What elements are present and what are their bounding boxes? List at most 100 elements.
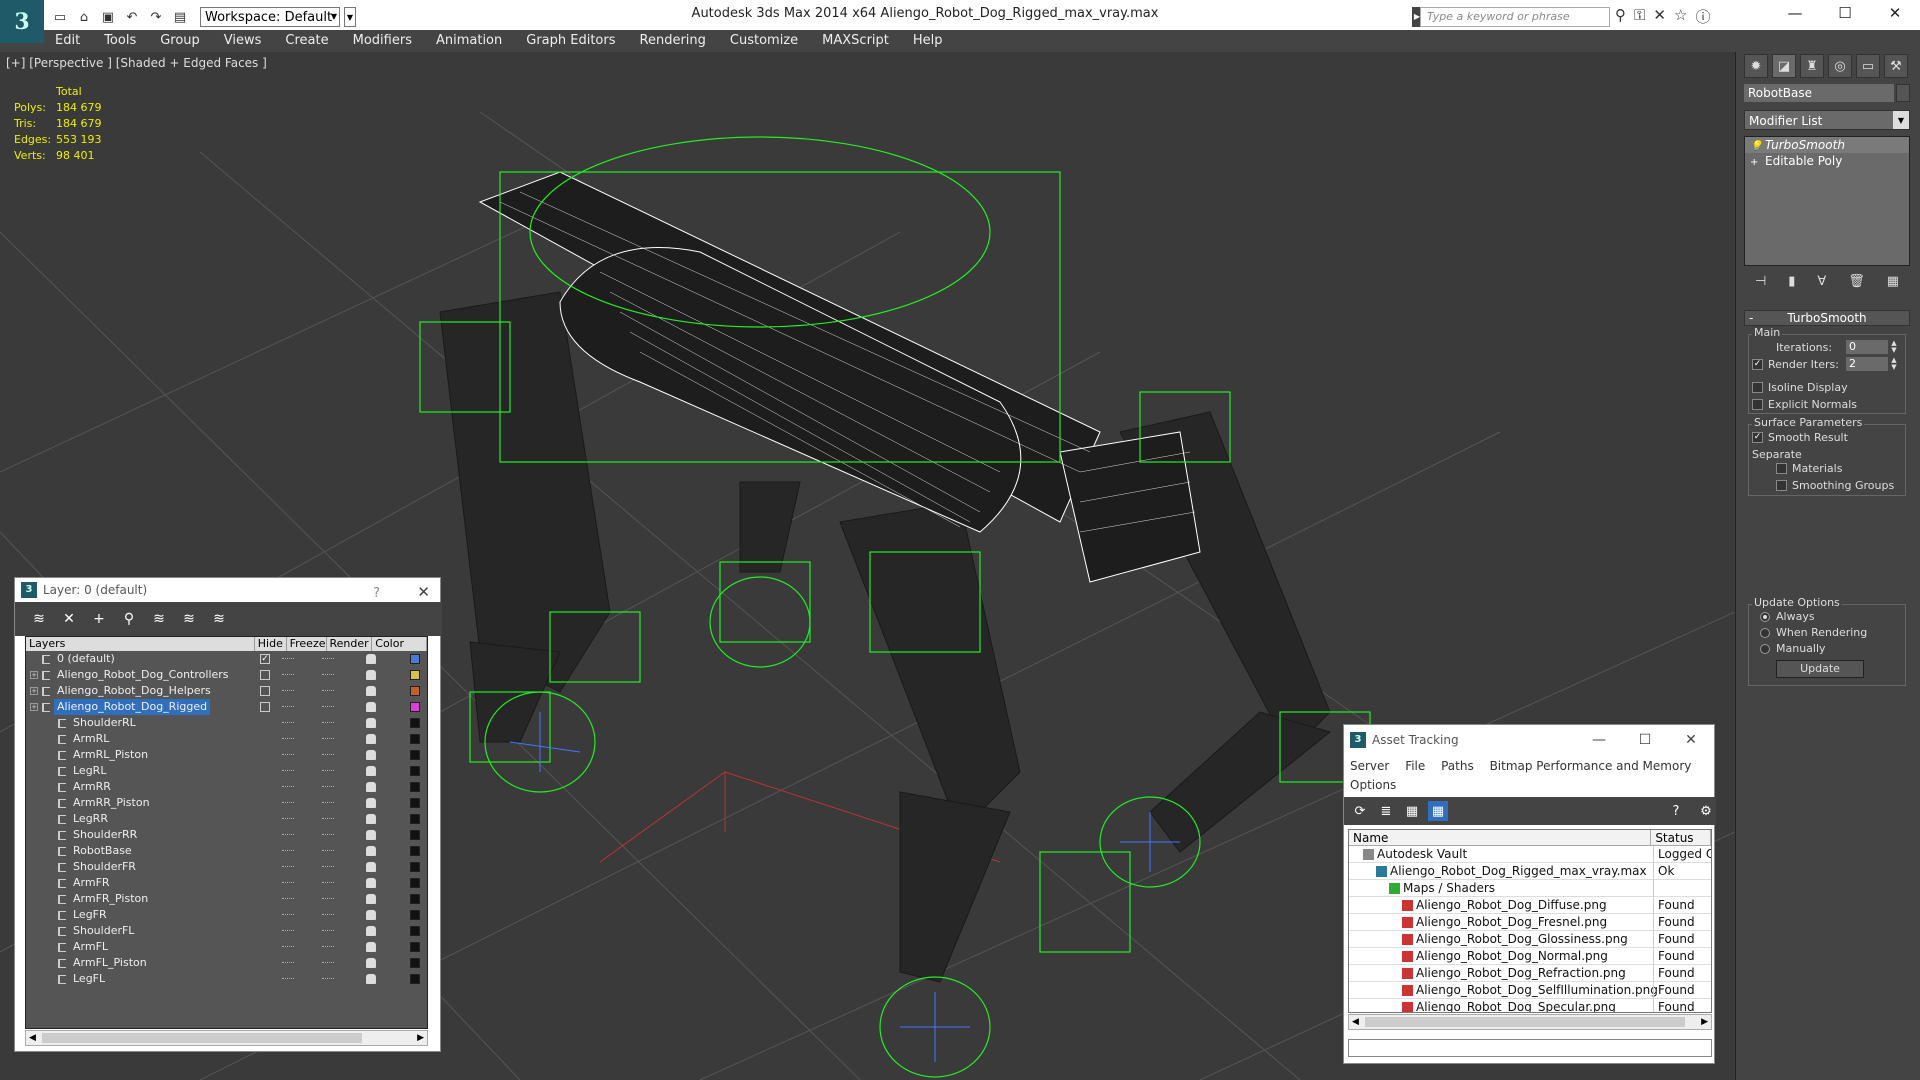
layer-color-swatch[interactable] [410, 878, 420, 888]
render-teapot-icon[interactable] [366, 782, 376, 792]
layer-name[interactable]: ArmFR_Piston [70, 891, 151, 907]
freeze-toggle[interactable] [322, 882, 334, 884]
freeze-toggle[interactable] [322, 786, 334, 788]
smoothing-groups-checkbox[interactable] [1776, 480, 1787, 491]
freeze-toggle[interactable] [322, 866, 334, 868]
configure-sets-icon[interactable]: ▦ [1887, 274, 1899, 289]
scroll-right-icon[interactable]: ▶ [417, 1031, 424, 1045]
horizontal-scrollbar[interactable]: ◀ ▶ [1348, 1014, 1712, 1030]
menu-maxscript[interactable]: MAXScript [822, 33, 889, 48]
freeze-toggle[interactable] [322, 754, 334, 756]
asset-row[interactable]: Maps / Shaders [1349, 880, 1711, 897]
undo-icon[interactable]: ↶ [122, 7, 142, 27]
communication-icon[interactable]: ✕ [1653, 6, 1666, 27]
asset-row[interactable]: Aliengo_Robot_Dog_Rigged_max_vray.max Ok [1349, 863, 1711, 880]
layer-color-swatch[interactable] [410, 782, 420, 792]
expand-plus-icon[interactable]: + [30, 703, 38, 711]
freeze-toggle[interactable] [322, 706, 334, 708]
layer-name[interactable]: RobotBase [70, 843, 135, 859]
layer-row[interactable]: RobotBase [26, 843, 427, 859]
column-color[interactable]: Color [372, 637, 427, 651]
freeze-toggle[interactable] [322, 674, 334, 676]
modify-tab-icon[interactable]: ◪ [1772, 54, 1796, 78]
render-teapot-icon[interactable] [366, 958, 376, 968]
layer-row[interactable]: ArmFL_Piston [26, 955, 427, 971]
layer-color-swatch[interactable] [410, 910, 420, 920]
favorites-star-icon[interactable]: ☆ [1674, 6, 1687, 27]
render-teapot-icon[interactable] [366, 734, 376, 744]
help-icon[interactable]: ? [1666, 801, 1686, 821]
layer-name[interactable]: ShoulderFR [70, 859, 139, 875]
render-teapot-icon[interactable] [366, 798, 376, 808]
layer-color-swatch[interactable] [410, 750, 420, 760]
object-name-field[interactable]: RobotBase [1744, 84, 1894, 102]
column-name[interactable]: Name [1349, 830, 1652, 845]
delete-layer-icon[interactable]: ✕ [59, 609, 79, 629]
spinner-arrows-icon[interactable]: ▲ ▼ [1890, 340, 1898, 354]
modifier-list-dropdown[interactable]: Modifier List ▼ [1744, 110, 1910, 130]
freeze-toggle[interactable] [322, 818, 334, 820]
list-view-icon[interactable]: ≣ [1376, 801, 1396, 821]
motion-tab-icon[interactable]: ◎ [1828, 54, 1852, 78]
open-file-icon[interactable]: ⌂ [74, 7, 94, 27]
layer-color-swatch[interactable] [410, 670, 420, 680]
render-teapot-icon[interactable] [366, 766, 376, 776]
explicit-normals-checkbox[interactable] [1752, 399, 1763, 410]
always-radio[interactable] [1760, 612, 1770, 622]
show-end-result-icon[interactable]: ▮ [1788, 274, 1795, 289]
asset-row[interactable]: Aliengo_Robot_Dog_Refraction.png Found [1349, 965, 1711, 982]
layer-color-swatch[interactable] [410, 766, 420, 776]
render-teapot-icon[interactable] [366, 814, 376, 824]
freeze-toggle[interactable] [322, 690, 334, 692]
menu-file[interactable]: File [1405, 759, 1425, 773]
render-iters-checkbox[interactable]: ✓ [1752, 359, 1763, 370]
asset-row[interactable]: Aliengo_Robot_Dog_Glossiness.png Found [1349, 931, 1711, 948]
stack-item-turbosmooth[interactable]: 💡 TurboSmooth [1745, 137, 1909, 153]
spinner-arrows-icon[interactable]: ▲ ▼ [1890, 357, 1898, 371]
layer-row[interactable]: LegRL [26, 763, 427, 779]
hide-toggle[interactable] [282, 738, 294, 740]
layer-color-swatch[interactable] [410, 846, 420, 856]
layer-color-swatch[interactable] [410, 958, 420, 968]
render-teapot-icon[interactable] [366, 686, 376, 696]
create-tab-icon[interactable]: ✹ [1744, 54, 1768, 78]
render-teapot-icon[interactable] [366, 894, 376, 904]
column-layers[interactable]: Layers [26, 637, 255, 651]
layer-name[interactable]: LegRL [70, 763, 109, 779]
app-logo[interactable]: 3 [0, 0, 44, 43]
menu-animation[interactable]: Animation [436, 33, 502, 48]
render-teapot-icon[interactable] [366, 654, 376, 664]
hide-toggle[interactable] [282, 898, 294, 900]
layer-row[interactable]: + Aliengo_Robot_Dog_Controllers [26, 667, 427, 683]
layer-name[interactable]: ShoulderRL [70, 715, 139, 731]
hide-toggle[interactable] [282, 866, 294, 868]
menu-options[interactable]: Options [1350, 778, 1396, 792]
refresh-icon[interactable]: ⟳ [1350, 801, 1370, 821]
asset-row[interactable]: Aliengo_Robot_Dog_Fresnel.png Found [1349, 914, 1711, 931]
asset-path-field[interactable] [1348, 1039, 1712, 1057]
hide-toggle[interactable] [282, 930, 294, 932]
minimize-icon[interactable]: — [1770, 0, 1820, 26]
redo-icon[interactable]: ↷ [146, 7, 166, 27]
layer-color-swatch[interactable] [410, 814, 420, 824]
layer-name[interactable]: ArmFR [70, 875, 113, 891]
settings-icon[interactable]: ⚙ [1696, 801, 1716, 821]
render-iters-spinner[interactable]: 2 [1846, 357, 1888, 371]
layer-color-swatch[interactable] [410, 926, 420, 936]
table-view-icon[interactable]: ▦ [1428, 801, 1448, 821]
render-teapot-icon[interactable] [366, 878, 376, 888]
materials-checkbox[interactable] [1776, 463, 1787, 474]
freeze-toggle[interactable] [322, 946, 334, 948]
layer-color-swatch[interactable] [410, 686, 420, 696]
iterations-spinner[interactable]: 0 [1846, 340, 1888, 354]
scroll-left-icon[interactable]: ◀ [29, 1031, 36, 1045]
layer-name[interactable]: LegRR [70, 811, 111, 827]
utilities-tab-icon[interactable]: ⚒ [1884, 54, 1908, 78]
render-teapot-icon[interactable] [366, 942, 376, 952]
add-to-layer-icon[interactable]: + [89, 609, 109, 629]
asset-row[interactable]: Autodesk Vault Logged O [1349, 846, 1711, 863]
thumbnail-view-icon[interactable]: ▦ [1402, 801, 1422, 821]
layer-name[interactable]: ArmRL [70, 731, 112, 747]
render-teapot-icon[interactable] [366, 910, 376, 920]
freeze-toggle[interactable] [322, 738, 334, 740]
